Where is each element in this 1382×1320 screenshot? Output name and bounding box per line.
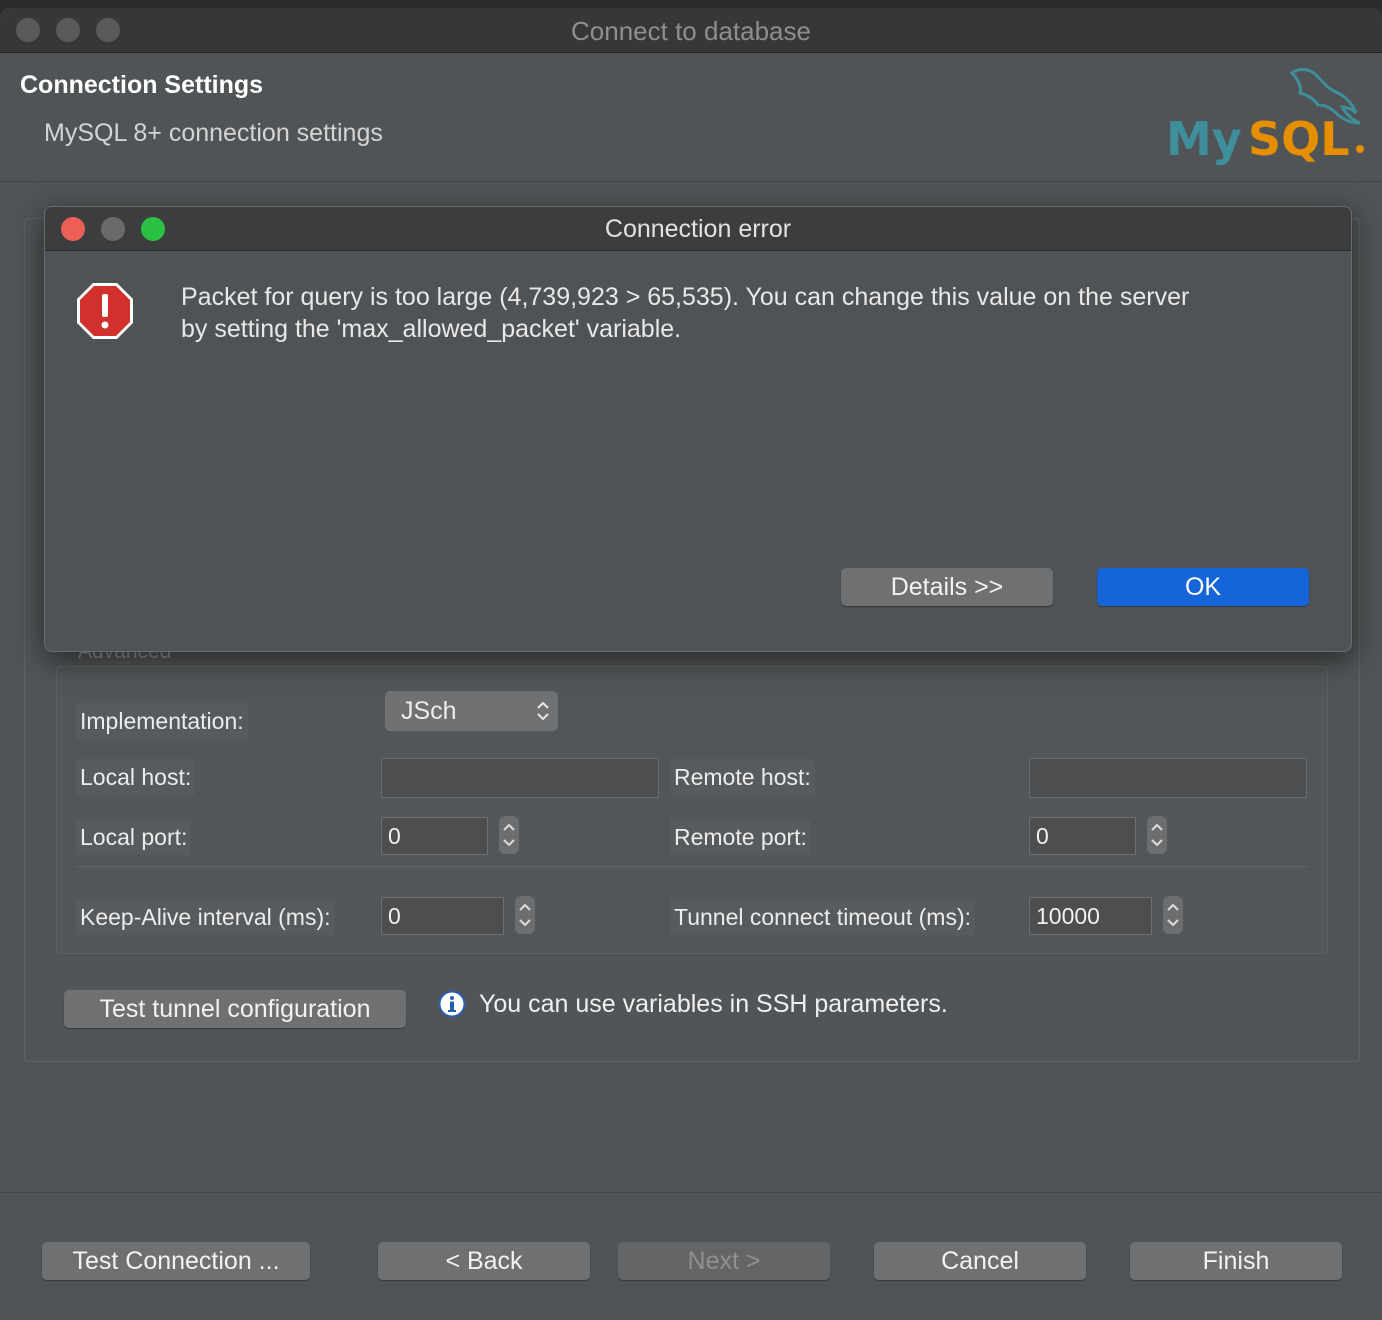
error-message: Packet for query is too large (4,739,923… (181, 281, 1321, 345)
implementation-value: JSch (401, 697, 457, 725)
footer-divider (0, 1192, 1382, 1193)
implementation-select[interactable]: JSch (385, 691, 558, 731)
finish-button[interactable]: Finish (1130, 1242, 1342, 1280)
local-port-stepper[interactable] (499, 816, 519, 854)
page-header: Connection Settings MySQL 8+ connection … (0, 53, 1382, 182)
keepalive-label: Keep-Alive interval (ms): (76, 899, 335, 935)
cancel-button[interactable]: Cancel (874, 1242, 1086, 1280)
info-icon (438, 990, 466, 1018)
dialog-titlebar: Connection error (45, 207, 1351, 251)
keepalive-input[interactable]: 0 (381, 897, 504, 935)
local-port-label: Local port: (76, 819, 192, 855)
page-title: Connection Settings (20, 71, 264, 99)
details-button[interactable]: Details >> (841, 568, 1053, 606)
dialog-title: Connection error (604, 215, 792, 243)
window-titlebar: Connect to database (0, 8, 1382, 53)
connection-error-dialog: Connection error Packet for query is too… (44, 206, 1352, 652)
mysql-logo-icon: My SQL (1166, 68, 1364, 166)
test-tunnel-button[interactable]: Test tunnel configuration (64, 990, 406, 1028)
next-button[interactable]: Next > (618, 1242, 830, 1280)
svg-text:My: My (1166, 112, 1242, 166)
error-message-line-2: by setting the 'max_allowed_packet' vari… (181, 315, 682, 343)
local-host-label: Local host: (76, 759, 196, 795)
remote-host-label: Remote host: (670, 759, 815, 795)
error-icon (77, 283, 133, 339)
keepalive-stepper[interactable] (515, 896, 535, 934)
tunnel-timeout-label: Tunnel connect timeout (ms): (670, 899, 975, 935)
tunnel-timeout-stepper[interactable] (1163, 896, 1183, 934)
remote-port-stepper[interactable] (1147, 816, 1167, 854)
svg-text:SQL: SQL (1248, 112, 1350, 166)
remote-port-input[interactable]: 0 (1029, 817, 1136, 855)
stepper-arrows-icon (503, 823, 515, 847)
stepper-arrows-icon (1167, 903, 1179, 927)
stepper-arrows-icon (519, 903, 531, 927)
implementation-label: Implementation: (76, 703, 248, 739)
advanced-divider (76, 866, 1308, 867)
local-port-input[interactable]: 0 (381, 817, 488, 855)
stepper-arrows-icon (1151, 823, 1163, 847)
window-title: Connect to database (571, 16, 811, 46)
remote-port-label: Remote port: (670, 819, 811, 855)
back-button[interactable]: < Back (378, 1242, 590, 1280)
remote-host-input[interactable] (1029, 758, 1307, 798)
page-subtitle: MySQL 8+ connection settings (44, 119, 383, 147)
error-message-line-1: Packet for query is too large (4,739,923… (181, 283, 1190, 311)
tunnel-timeout-input[interactable]: 10000 (1029, 897, 1152, 935)
ssh-variables-hint: You can use variables in SSH parameters. (479, 990, 948, 1018)
ok-button[interactable]: OK (1097, 568, 1309, 606)
local-host-input[interactable] (381, 758, 659, 798)
test-connection-button[interactable]: Test Connection ... (42, 1242, 310, 1280)
updown-chevron-icon (537, 701, 549, 721)
